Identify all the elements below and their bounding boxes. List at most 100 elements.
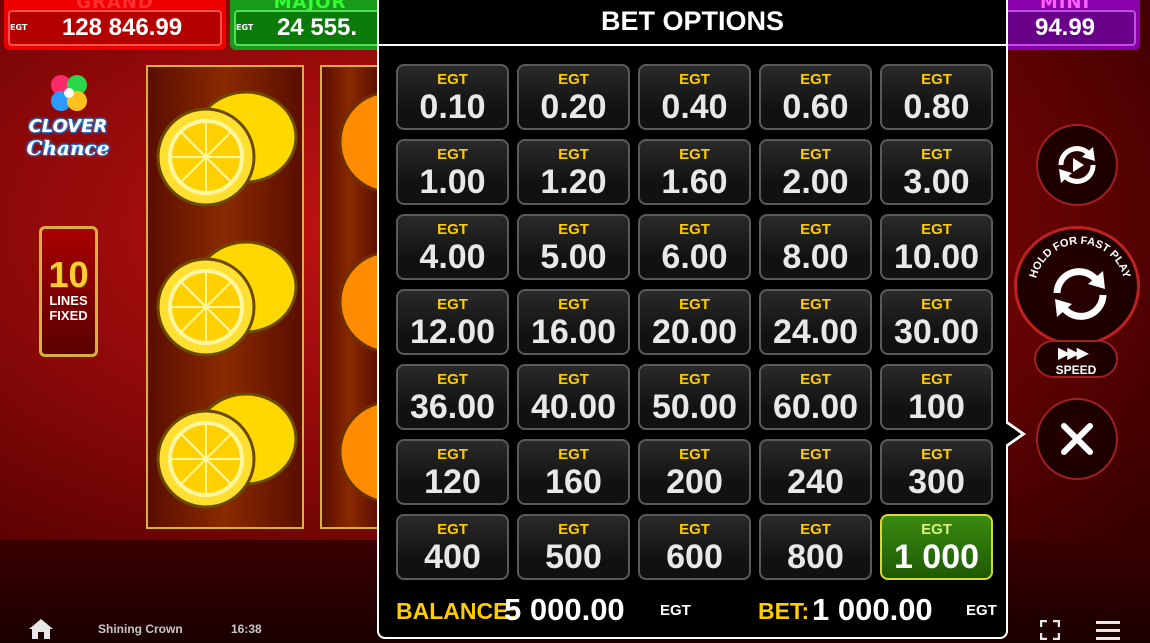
bet-option-value: 160 (545, 463, 602, 501)
autoplay-icon (1058, 146, 1096, 184)
bet-option-currency: EGT (800, 446, 831, 463)
bet-option-currency: EGT (558, 71, 589, 88)
bet-option-button[interactable]: EGT 1.20 (517, 139, 630, 205)
bet-option-button[interactable]: EGT 600 (638, 514, 751, 580)
bet-option-button[interactable]: EGT 160 (517, 439, 630, 505)
jackpot-mini-value: 94.99 (1034, 14, 1096, 41)
jackpot-major-brand: EGT (236, 23, 254, 32)
bet-option-currency: EGT (558, 146, 589, 163)
bet-option-currency: EGT (558, 521, 589, 538)
bet-option-currency: EGT (679, 446, 710, 463)
bet-option-currency: EGT (558, 446, 589, 463)
bet-option-currency: EGT (800, 521, 831, 538)
bet-option-button[interactable]: EGT 1.60 (638, 139, 751, 205)
bet-option-button[interactable]: EGT 0.40 (638, 64, 751, 130)
bet-option-value: 0.60 (782, 88, 849, 126)
bet-option-currency: EGT (437, 371, 468, 388)
bet-option-currency: EGT (800, 221, 831, 238)
lemon-icon (156, 392, 298, 509)
bet-option-currency: EGT (558, 371, 589, 388)
bet-option-button[interactable]: EGT 36.00 (396, 364, 509, 430)
footer-bar: Shining Crown 16:38 (0, 616, 1150, 643)
game-logo: CLOVER Chance (18, 70, 118, 162)
bet-option-button[interactable]: EGT 1 000 (880, 514, 993, 580)
bet-option-button[interactable]: EGT 800 (759, 514, 872, 580)
bet-option-button[interactable]: EGT 8.00 (759, 214, 872, 280)
bet-option-value: 4.00 (419, 238, 486, 276)
orange-icon (338, 91, 382, 193)
menu-icon[interactable] (1096, 620, 1120, 640)
fullscreen-icon[interactable] (1040, 620, 1060, 640)
bet-option-button[interactable]: EGT 3.00 (880, 139, 993, 205)
bet-option-button[interactable]: EGT 2.00 (759, 139, 872, 205)
bet-option-button[interactable]: EGT 10.00 (880, 214, 993, 280)
bet-option-value: 30.00 (893, 313, 980, 351)
bet-option-button[interactable]: EGT 1.00 (396, 139, 509, 205)
home-icon[interactable] (28, 618, 54, 640)
bet-option-button[interactable]: EGT 6.00 (638, 214, 751, 280)
bet-option-value: 0.10 (419, 88, 486, 126)
bet-option-button[interactable]: EGT 30.00 (880, 289, 993, 355)
bet-option-currency: EGT (800, 296, 831, 313)
bet-option-currency: EGT (921, 146, 952, 163)
bet-option-value: 300 (908, 463, 965, 501)
bet-option-button[interactable]: EGT 16.00 (517, 289, 630, 355)
bet-option-value: 0.80 (903, 88, 970, 126)
bet-option-value: 200 (666, 463, 723, 501)
bet-option-button[interactable]: EGT 400 (396, 514, 509, 580)
bet-option-currency: EGT (921, 296, 952, 313)
bet-option-button[interactable]: EGT 0.20 (517, 64, 630, 130)
bet-option-button[interactable]: EGT 500 (517, 514, 630, 580)
bet-option-button[interactable]: EGT 100 (880, 364, 993, 430)
bet-option-value: 8.00 (782, 238, 849, 276)
bet-option-currency: EGT (437, 521, 468, 538)
bet-option-button[interactable]: EGT 240 (759, 439, 872, 505)
bet-option-value: 16.00 (530, 313, 617, 351)
bet-option-currency: EGT (437, 446, 468, 463)
bet-option-currency: EGT (679, 146, 710, 163)
bet-option-value: 3.00 (903, 163, 970, 201)
footer-game-name: Shining Crown (98, 622, 183, 636)
jackpot-mini: MINI 94.99 (990, 0, 1140, 50)
jackpot-grand: GRAND EGT 128 846.99 (4, 0, 226, 50)
close-button[interactable] (1036, 398, 1118, 480)
spin-icon (1053, 268, 1107, 320)
lemon-icon (156, 90, 298, 207)
speed-button[interactable]: ▶▶▶ SPEED (1034, 340, 1118, 378)
bet-option-button[interactable]: EGT 20.00 (638, 289, 751, 355)
bet-option-button[interactable]: EGT 24.00 (759, 289, 872, 355)
bet-option-value: 36.00 (409, 388, 496, 426)
bet-option-button[interactable]: EGT 200 (638, 439, 751, 505)
bet-option-button[interactable]: EGT 0.10 (396, 64, 509, 130)
bet-option-button[interactable]: EGT 50.00 (638, 364, 751, 430)
spin-button[interactable]: HOLD FOR FAST PLAY (1014, 226, 1140, 346)
bet-option-button[interactable]: EGT 4.00 (396, 214, 509, 280)
bet-option-button[interactable]: EGT 0.80 (880, 64, 993, 130)
bet-option-button[interactable]: EGT 5.00 (517, 214, 630, 280)
bet-option-currency: EGT (921, 521, 952, 538)
bet-option-button[interactable]: EGT 40.00 (517, 364, 630, 430)
bet-option-button[interactable]: EGT 0.60 (759, 64, 872, 130)
close-icon (1061, 423, 1093, 455)
bet-option-currency: EGT (679, 71, 710, 88)
bet-option-button[interactable]: EGT 12.00 (396, 289, 509, 355)
jackpot-major: MAJOR EGT 24 555. (230, 0, 390, 50)
speed-label: SPEED (1055, 363, 1097, 377)
bet-option-button[interactable]: EGT 120 (396, 439, 509, 505)
panel-title: BET OPTIONS (600, 6, 784, 36)
bet-option-value: 240 (787, 463, 844, 501)
bet-option-currency: EGT (437, 71, 468, 88)
bet-option-value: 5.00 (540, 238, 607, 276)
bet-option-button[interactable]: EGT 300 (880, 439, 993, 505)
bet-option-button[interactable]: EGT 60.00 (759, 364, 872, 430)
autoplay-button[interactable] (1036, 124, 1118, 206)
panel-divider (379, 44, 1006, 46)
bet-option-currency: EGT (800, 371, 831, 388)
bet-options-panel: BET OPTIONS EGT 0.10 EGT 0.20 EGT 0.40 EGT 0.60… (377, 0, 1008, 639)
bet-option-value: 6.00 (661, 238, 728, 276)
panel-pointer-inner (1004, 422, 1021, 446)
orange-icon (338, 401, 382, 503)
bet-options-grid: EGT 0.10 EGT 0.20 EGT 0.40 EGT 0.60 EGT 0.80 EGT 1.… (396, 64, 994, 580)
bet-option-currency: EGT (437, 146, 468, 163)
bet-option-value: 0.20 (540, 88, 607, 126)
